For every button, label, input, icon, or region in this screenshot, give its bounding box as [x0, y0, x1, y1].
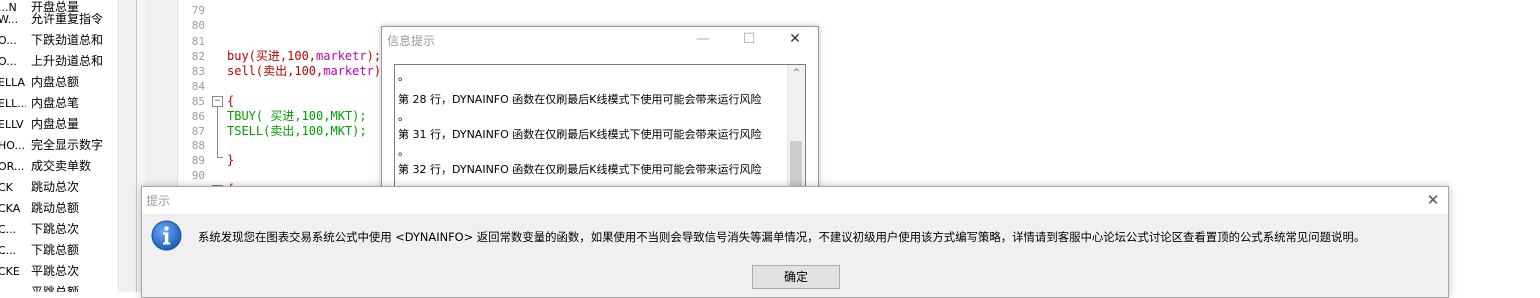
function-desc: 跳动总次 — [31, 180, 80, 194]
code-punct: ); — [366, 49, 382, 63]
function-list-item[interactable]: O... 上升劲道总和 — [0, 51, 118, 72]
scroll-up-icon[interactable]: ^ — [788, 65, 805, 82]
function-abbr: O... — [0, 55, 17, 68]
function-list-item[interactable]: CKA 跳动总额 — [0, 198, 118, 219]
close-button[interactable]: ✕ — [772, 27, 818, 52]
code-keyword: marketr — [316, 49, 367, 63]
code-keyword: marketr — [323, 64, 374, 78]
function-abbr: O... — [0, 34, 17, 47]
function-abbr: W... — [0, 13, 19, 26]
info-message-line: 第 28 行，DYNAINFO 函数在仅刷最后K线模式下使用可能会带来运行风险 — [398, 93, 762, 106]
function-abbr: C... — [0, 244, 17, 257]
line-number: 79 — [191, 4, 205, 17]
function-list-item[interactable]: OR... 成交卖单数 — [0, 156, 118, 177]
function-desc: 允许重复指令 — [31, 12, 104, 26]
function-desc: 内盘总量 — [31, 117, 80, 131]
function-desc: 平跳总次 — [31, 264, 80, 278]
function-list-item[interactable]: HO... 完全显示数字 — [0, 135, 118, 156]
function-desc: 完全显示数字 — [31, 138, 104, 152]
function-list-item[interactable]: CKE 平跳总次 — [0, 261, 118, 282]
function-list-item[interactable]: ELL... 内盘总笔 — [0, 93, 118, 114]
code-line-86: TBUY( 买进,100,MKT); — [227, 109, 367, 123]
function-desc: 平跳总额 — [31, 285, 80, 292]
line-number: 85 — [191, 95, 205, 108]
code-buy-call: buy(买进,100, — [227, 49, 317, 63]
fold-toggle-icon[interactable]: − — [212, 96, 223, 107]
info-dialog: 信息提示 — ☐ ✕ 。第 28 行，DYNAINFO 函数在仅刷最后K线模式下… — [381, 26, 819, 209]
info-message-line: 。 — [398, 70, 409, 83]
function-desc: 成交卖单数 — [31, 159, 92, 173]
minimize-button[interactable]: — — [680, 27, 726, 52]
function-abbr: CKE — [0, 265, 20, 278]
function-list-item[interactable]: ELLA 内盘总额 — [0, 72, 118, 93]
info-icon — [151, 220, 182, 251]
code-line-85: { — [227, 94, 235, 108]
function-list-item[interactable]: C... 下跳总额 — [0, 240, 118, 261]
line-number: 90 — [191, 169, 205, 182]
ok-button[interactable]: 确定 — [752, 265, 840, 289]
function-list: ...N开盘总量W...允许重复指令O...下跌劲道总和O...上升劲道总和EL… — [0, 0, 118, 292]
function-list-item[interactable]: ... 平跳总额 — [0, 282, 118, 292]
function-list-item[interactable]: ELLV 内盘总量 — [0, 114, 118, 135]
maximize-button[interactable]: ☐ — [726, 27, 772, 52]
fold-guide — [217, 107, 218, 157]
info-message-line: 。 — [398, 145, 409, 158]
function-abbr: OR... — [0, 160, 25, 173]
function-abbr: ELLV — [0, 118, 24, 131]
function-abbr: ELLA — [0, 76, 25, 89]
line-number: 88 — [191, 139, 205, 152]
function-list-item[interactable]: C... 下跳总次 — [0, 219, 118, 240]
code-line-87: TSELL(卖出,100,MKT); — [227, 124, 367, 138]
close-button[interactable]: ✕ — [1418, 187, 1448, 214]
info-message-line: 第 31 行，DYNAINFO 函数在仅刷最后K线模式下使用可能会带来运行风险 — [398, 128, 762, 141]
function-desc: 下跌劲道总和 — [31, 33, 104, 47]
line-number: 84 — [191, 80, 205, 93]
function-desc: 内盘总额 — [31, 75, 80, 89]
function-list-scrollbar[interactable] — [118, 0, 136, 292]
line-number: 80 — [191, 19, 205, 32]
function-list-item[interactable]: W... 允许重复指令 — [0, 9, 118, 30]
code-punct: ) — [373, 64, 382, 78]
function-desc: 跳动总额 — [31, 201, 80, 215]
code-sell-call: sell(卖出,100, — [227, 64, 324, 78]
code-line-83: sell(卖出,100,marketr) — [227, 64, 381, 79]
code-line-89: } — [227, 153, 235, 167]
function-abbr: ELL... — [0, 97, 26, 110]
function-abbr: CKA — [0, 202, 21, 215]
info-message-line: 第 32 行，DYNAINFO 函数在仅刷最后K线模式下使用可能会带来运行风险 — [398, 163, 762, 176]
line-number: 89 — [191, 154, 205, 167]
info-dialog-title: 信息提示 — [387, 34, 436, 48]
alert-body: 系统发现您在图表交易系统公式中使用 <DYNAINFO> 返回常数变量的函数，如… — [142, 214, 1448, 297]
function-abbr: HO... — [0, 139, 25, 152]
line-number: 81 — [191, 35, 205, 48]
fold-guide-end — [217, 157, 223, 158]
code-line-82: buy(买进,100,marketr); — [227, 49, 381, 64]
function-desc: 下跳总额 — [31, 243, 80, 257]
line-number: 82 — [191, 50, 205, 63]
function-desc: 上升劲道总和 — [31, 54, 104, 68]
function-abbr: ... — [0, 282, 26, 292]
function-list-item[interactable]: O... 下跌劲道总和 — [0, 30, 118, 51]
line-number: 87 — [191, 125, 205, 138]
alert-dialog: 提示 ✕ 系统发现您在图表交易系统公式中使用 <DYNAINFO> 返回常数变量… — [141, 186, 1449, 298]
line-number: 83 — [191, 65, 205, 78]
function-list-item[interactable]: CK 跳动总次 — [0, 177, 118, 198]
function-desc: 下跳总次 — [31, 222, 80, 236]
alert-dialog-titlebar[interactable]: 提示 ✕ — [142, 187, 1448, 214]
function-abbr: CK — [0, 181, 13, 194]
line-number: 86 — [191, 110, 205, 123]
info-message-line: 。 — [398, 110, 409, 123]
function-abbr: C... — [0, 223, 17, 236]
info-dialog-titlebar[interactable]: 信息提示 — ☐ ✕ — [382, 27, 818, 52]
alert-dialog-title: 提示 — [146, 194, 171, 208]
function-desc: 内盘总笔 — [31, 96, 80, 110]
alert-message: 系统发现您在图表交易系统公式中使用 <DYNAINFO> 返回常数变量的函数，如… — [198, 230, 1366, 244]
